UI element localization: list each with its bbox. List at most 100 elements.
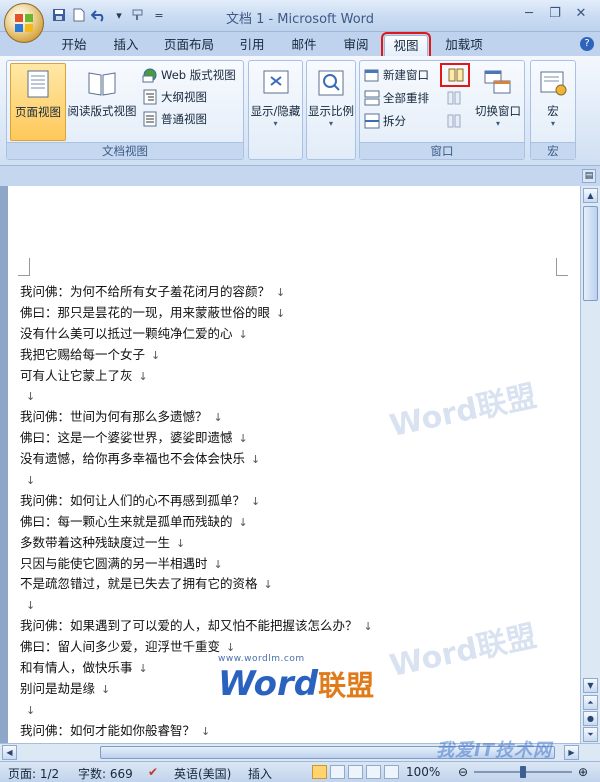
document-line[interactable]: 可有人让它蒙上了灰 ↓ [20, 366, 373, 387]
document-line[interactable]: 佛曰：那只是昙花的一现，用来蒙蔽世俗的眼 ↓ [20, 303, 373, 324]
select-browse-object-icon[interactable]: ● [583, 711, 598, 726]
document-text[interactable]: 我问佛：为何不给所有女子羞花闭月的容颜？ ↓ 佛曰：那只是昙花的一现，用来蒙蔽世俗的… [20, 282, 373, 742]
document-line[interactable]: 我问佛：如何才能如你般睿智？ ↓ [20, 721, 373, 742]
tab-view[interactable]: 视图 [381, 32, 431, 59]
zoom-in-icon[interactable]: ⊕ [578, 765, 588, 779]
tab-insert[interactable]: 插入 [108, 35, 144, 56]
split-button[interactable]: 拆分 [364, 111, 406, 131]
ribbon-tabs: 开始 插入 页面布局 引用 邮件 审阅 视图 加载项 ? [0, 32, 600, 59]
show-hide-button[interactable]: 显示/隐藏 ▾ [249, 63, 302, 141]
document-line[interactable]: 多数带着这种残缺度过一生 ↓ [20, 533, 373, 554]
view-ruler-icon[interactable]: ▤ [582, 169, 596, 183]
document-line[interactable]: 我把它赐给每一个女子 ↓ [20, 345, 373, 366]
document-line[interactable]: 没有遗憾，给你再多幸福也不会体会快乐 ↓ [20, 449, 373, 470]
tab-page-layout[interactable]: 页面布局 [160, 35, 218, 56]
reset-window-position-button[interactable] [446, 111, 462, 131]
print-layout-button[interactable]: 页面视图 [10, 63, 66, 141]
close-icon[interactable]: ✕ [570, 4, 592, 22]
print-layout-label: 页面视图 [15, 105, 61, 119]
group-document-views: 页面视图 阅读版式视图 Web 版式视图 大纲视图 普通视图 文档视图 [6, 60, 244, 160]
tab-home[interactable]: 开始 [56, 35, 92, 56]
web-layout-button[interactable]: Web 版式视图 [142, 65, 236, 85]
document-line[interactable]: 和有情人，做快乐事 ↓ [20, 658, 373, 679]
zoom-level[interactable]: 100% [406, 765, 440, 779]
outline-button[interactable]: 大纲视图 [142, 87, 207, 107]
print-layout-view-icon[interactable] [312, 765, 327, 779]
margin-corner-top-left [18, 258, 30, 276]
paragraph-mark-icon: ↓ [101, 682, 111, 696]
reset-window-position-icon [447, 114, 461, 128]
group-zoom: 显示比例 ▾ [306, 60, 356, 160]
new-window-button[interactable]: 新建窗口 [364, 65, 429, 85]
group-window: 新建窗口 全部重排 拆分 切换窗口 ▾ 窗口 [359, 60, 525, 160]
vertical-scrollbar[interactable]: ▲ ▼ ⏶ ● ⏷ [580, 186, 600, 743]
group-label-document-views: 文档视图 [7, 142, 243, 159]
split-icon [364, 113, 380, 129]
document-line[interactable]: 不是疏忽错过，就是已失去了拥有它的资格 ↓ [20, 574, 373, 595]
document-line[interactable]: ↓ [20, 700, 373, 721]
restore-icon[interactable]: ❐ [544, 4, 566, 22]
document-line[interactable]: ↓ [20, 386, 373, 407]
previous-page-icon[interactable]: ⏶ [583, 695, 598, 710]
outline-view-icon[interactable] [366, 765, 381, 779]
minimize-icon[interactable]: ─ [518, 4, 540, 22]
scroll-left-icon[interactable]: ◀ [2, 745, 17, 760]
document-line[interactable]: 佛曰：留人间多少爱，迎浮世千重变 ↓ [20, 637, 373, 658]
zoom-button[interactable]: 显示比例 ▾ [307, 63, 355, 141]
document-line[interactable]: 我问佛：世间为何有那么多遗憾？ ↓ [20, 407, 373, 428]
document-area[interactable]: 我问佛：为何不给所有女子羞花闭月的容颜？ ↓ 佛曰：那只是昙花的一现，用来蒙蔽世俗的… [0, 186, 580, 743]
document-page[interactable]: 我问佛：为何不给所有女子羞花闭月的容颜？ ↓ 佛曰：那只是昙花的一现，用来蒙蔽世俗的… [8, 186, 580, 743]
paragraph-mark-icon: ↓ [251, 453, 261, 467]
arrange-all-icon [364, 90, 380, 106]
show-hide-icon [263, 70, 288, 94]
document-line[interactable]: 没有什么美可以抵过一颗纯净仁爱的心 ↓ [20, 324, 373, 345]
word-count[interactable]: 字数: 669 [78, 765, 133, 782]
document-line[interactable]: 我问佛：如何让人们的心不再感到孤单？ ↓ [20, 491, 373, 512]
tab-mailings[interactable]: 邮件 [286, 35, 322, 56]
arrange-all-button[interactable]: 全部重排 [364, 88, 429, 108]
document-line[interactable]: ↓ [20, 470, 373, 491]
document-line[interactable]: 佛曰：每一颗心生来就是孤单而残缺的 ↓ [20, 512, 373, 533]
draft-view-icon[interactable] [384, 765, 399, 779]
web-layout-view-icon[interactable] [348, 765, 363, 779]
document-line[interactable]: 别问是劫是缘 ↓ [20, 679, 373, 700]
proofing-icon[interactable]: ✔ [148, 765, 158, 779]
page-count[interactable]: 页面: 1/2 [8, 765, 59, 782]
document-line[interactable]: 只因与能使它圆满的另一半相遇时 ↓ [20, 554, 373, 575]
scroll-up-icon[interactable]: ▲ [583, 188, 598, 203]
scroll-right-icon[interactable]: ▶ [564, 745, 579, 760]
scroll-thumb[interactable] [583, 206, 598, 301]
help-icon[interactable]: ? [580, 37, 594, 51]
document-line-text: 别问是劫是缘 [20, 680, 96, 696]
reading-layout-label: 阅读版式视图 [67, 104, 137, 118]
document-line-text: 我问佛：为何不给所有女子羞花闭月的容颜？ [20, 284, 271, 299]
tab-references[interactable]: 引用 [234, 35, 270, 56]
paragraph-mark-icon: ↓ [26, 390, 36, 404]
watermark: Word联盟 [386, 618, 540, 685]
paragraph-mark-icon: ↓ [213, 411, 223, 425]
tab-addins[interactable]: 加载项 [440, 35, 488, 56]
scroll-down-icon[interactable]: ▼ [583, 678, 598, 693]
zoom-slider-knob[interactable] [520, 766, 526, 778]
insert-mode-indicator[interactable]: 插入 [248, 765, 272, 782]
language-indicator[interactable]: 英语(美国) [174, 765, 231, 782]
ribbon: 页面视图 阅读版式视图 Web 版式视图 大纲视图 普通视图 文档视图 显示/隐… [0, 56, 600, 166]
office-logo-icon [15, 14, 33, 32]
reading-layout-button[interactable]: 阅读版式视图 [67, 63, 137, 141]
document-line[interactable]: 我问佛：如果遇到了可以爱的人，却又怕不能把握该怎么办？ ↓ [20, 616, 373, 637]
switch-windows-button[interactable]: 切换窗口 ▾ [472, 63, 524, 141]
zoom-out-icon[interactable]: ⊖ [458, 765, 468, 779]
document-line-text: 我问佛：世间为何有那么多遗憾？ [20, 409, 208, 425]
tab-review[interactable]: 审阅 [338, 35, 374, 56]
macros-button[interactable]: 宏 ▾ [531, 63, 575, 141]
document-line[interactable]: 佛曰：这是一个婆娑世界，婆娑即遗憾 ↓ [20, 428, 373, 449]
next-page-icon[interactable]: ⏷ [583, 727, 598, 742]
draft-button[interactable]: 普通视图 [142, 109, 207, 129]
document-line[interactable]: 我问佛：为何不给所有女子羞花闭月的容颜？ ↓ [20, 282, 373, 303]
full-screen-reading-view-icon[interactable] [330, 765, 345, 779]
office-button[interactable] [4, 3, 44, 43]
document-line[interactable]: ↓ [20, 595, 373, 616]
synchronous-scrolling-button[interactable] [446, 88, 462, 108]
document-line-text: 佛曰：每一颗心生来就是孤单而残缺的 [20, 513, 233, 529]
ruler-strip: ▤ [0, 166, 600, 186]
